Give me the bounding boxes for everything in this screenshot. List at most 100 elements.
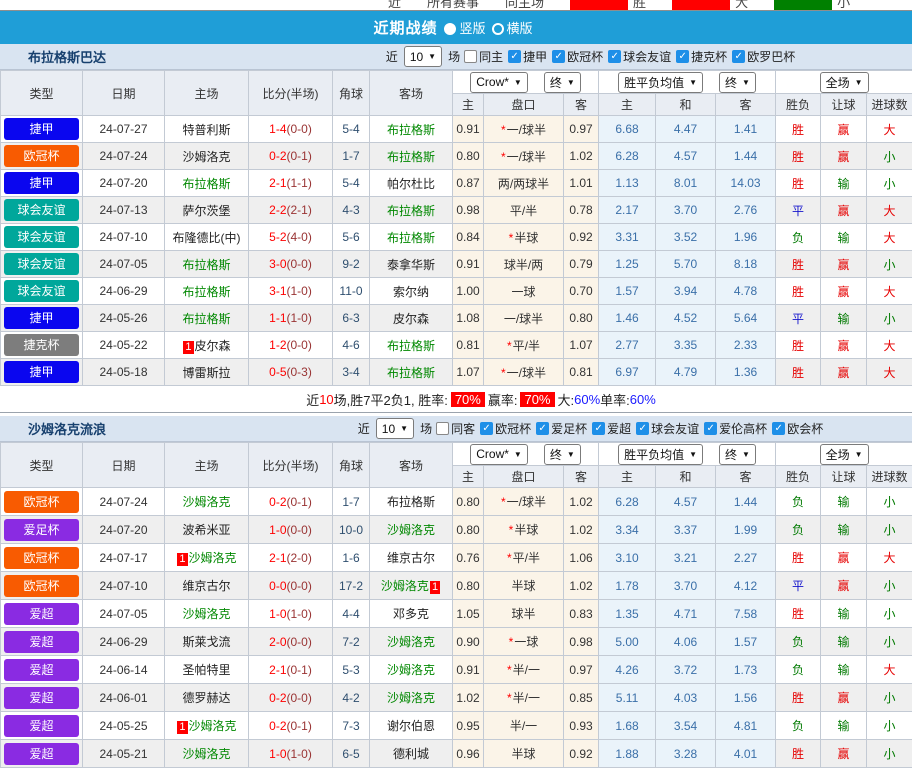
favorite-star-icon: * [501,495,506,509]
radio-label[interactable]: 横版 [507,21,533,36]
checked-checkbox-icon[interactable]: ✓ [592,422,605,435]
checkbox-label: 捷克杯 [691,48,727,65]
dropdown-wrap: 胜平负均值▼ 终▼ [599,72,775,93]
filter-checkbox-捷克杯[interactable]: ✓捷克杯 [676,48,727,65]
away-team-cell: 皮尔森 [370,305,453,332]
dropdown-select[interactable]: 全场▼ [820,72,869,93]
goals-over-under-cell: 小 [867,251,912,278]
home-odds-cell: 0.84 [453,224,484,251]
legend-entry: 小 [774,0,850,11]
date-cell: 24-07-27 [83,116,165,143]
avg-draw-cell: 3.94 [656,278,716,305]
checked-checkbox-icon[interactable]: ✓ [480,422,493,435]
dropdown-select[interactable]: 胜平负均值▼ [618,72,703,93]
checked-checkbox-icon[interactable]: ✓ [732,50,745,63]
handicap-result-cell: 输 [821,712,867,740]
result-cell: 胜 [776,684,821,712]
avg-draw-cell: 3.28 [656,740,716,768]
checked-checkbox-icon[interactable]: ✓ [676,50,689,63]
result-cell: 负 [776,516,821,544]
corner-cell: 4-3 [333,197,370,224]
dropdown-select[interactable]: 终▼ [719,72,756,93]
dropdown-select[interactable]: 10▼ [404,46,442,67]
team-cell-content: 帕尔杜比 [387,177,435,191]
dropdown-select[interactable]: Crow*▼ [470,72,528,93]
team-section-title: 布拉格斯巴达 [28,47,278,66]
corner-cell: 17-2 [333,572,370,600]
filter-checkbox-同客[interactable]: 同客 [436,420,475,437]
sub-column-header: 主 [453,466,484,488]
dropdown-select[interactable]: 终▼ [719,444,756,465]
halftime-score: (1-0) [287,311,312,325]
checked-checkbox-icon[interactable]: ✓ [508,50,521,63]
matches-table: 类型日期主场比分(半场)角球客场Crow*▼终▼胜平负均值▼终▼全场▼主盘口客主… [0,70,912,386]
league-cell: 欧冠杯 [1,488,83,516]
filter-checkbox-爱超[interactable]: ✓爱超 [592,420,631,437]
result-cell: 平 [776,197,821,224]
column-header: 日期 [83,71,165,116]
filter-checkbox-球会友谊[interactable]: ✓球会友谊 [636,420,699,437]
away-odds-cell: 0.81 [564,359,599,386]
dropdown-select[interactable]: 胜平负均值▼ [618,444,703,465]
dropdown-select[interactable]: 终▼ [544,444,581,465]
team-name: 沙姆洛克 [189,551,237,565]
handicap-text: 两/两球半 [498,177,549,191]
filter-checkbox-同主[interactable]: 同主 [464,48,503,65]
filter-checkbox-捷甲[interactable]: ✓捷甲 [508,48,547,65]
dropdown-select[interactable]: Crow*▼ [470,444,528,465]
handicap: 平/半 [510,204,537,218]
unchecked-checkbox-icon[interactable] [464,50,477,63]
filter-checkbox-球会友谊[interactable]: ✓球会友谊 [608,48,671,65]
away-team-cell: 沙姆洛克 [370,516,453,544]
corner-cell: 5-6 [333,224,370,251]
avg-away-cell: 1.44 [716,488,776,516]
chevron-down-icon: ▼ [689,78,697,87]
match-row: 欧冠杯24-07-24沙姆洛克0-2(0-1)1-7布拉格斯0.80*一/球半1… [1,143,912,170]
halftime-score: (0-0) [287,691,312,705]
checked-checkbox-icon[interactable]: ✓ [608,50,621,63]
halftime-score: (1-0) [287,747,312,761]
result-cell: 胜 [776,544,821,572]
checked-checkbox-icon[interactable]: ✓ [636,422,649,435]
league-cell: 捷甲 [1,116,83,143]
dropdown-select[interactable]: 终▼ [544,72,581,93]
home-team-cell: 萨尔茨堡 [165,197,249,224]
handicap-cell: 一球 [484,278,564,305]
filter-checkbox-欧冠杯[interactable]: ✓欧冠杯 [480,420,531,437]
dropdown-select[interactable]: 10▼ [376,418,414,439]
avg-away-cell: 4.78 [716,278,776,305]
corner-cell: 10-0 [333,516,370,544]
dropdown-value: 终 [550,446,562,463]
radio-label[interactable]: 竖版 [459,21,485,36]
checked-checkbox-icon[interactable]: ✓ [552,50,565,63]
checked-checkbox-icon[interactable]: ✓ [536,422,549,435]
summary-text: 60% [630,392,656,407]
score-cell: 3-0(0-0) [249,251,333,278]
team-name: 布拉格斯 [387,150,435,164]
avg-home-cell: 3.10 [599,544,656,572]
dropdown-select[interactable]: 全场▼ [820,444,869,465]
home-odds-cell: 0.81 [453,332,484,359]
handicap-cell: *平/半 [484,332,564,359]
filter-checkbox-欧会杯[interactable]: ✓欧会杯 [772,420,823,437]
filter-checkbox-爱足杯[interactable]: ✓爱足杯 [536,420,587,437]
handicap-result-cell: 赢 [821,544,867,572]
radio-selected-icon[interactable] [444,23,456,35]
filter-checkbox-爱伦高杯[interactable]: ✓爱伦高杯 [704,420,767,437]
red-card-badge: 1 [430,581,440,594]
league-cell: 爱超 [1,740,83,768]
score-cell: 1-1(1-0) [249,305,333,332]
handicap-text: 一球 [514,635,538,649]
avg-home-cell: 6.97 [599,359,656,386]
favorite-star-icon: * [507,551,512,565]
filter-checkbox-欧冠杯[interactable]: ✓欧冠杯 [552,48,603,65]
unchecked-checkbox-icon[interactable] [436,422,449,435]
checked-checkbox-icon[interactable]: ✓ [704,422,717,435]
checked-checkbox-icon[interactable]: ✓ [772,422,785,435]
score-cell: 0-2(0-0) [249,684,333,712]
radio-unselected-icon[interactable] [492,23,504,35]
handicap: *一/球半 [501,366,546,380]
home-odds-cell: 1.02 [453,684,484,712]
filter-checkbox-欧罗巴杯[interactable]: ✓欧罗巴杯 [732,48,795,65]
home-team-cell: 布拉格斯 [165,305,249,332]
